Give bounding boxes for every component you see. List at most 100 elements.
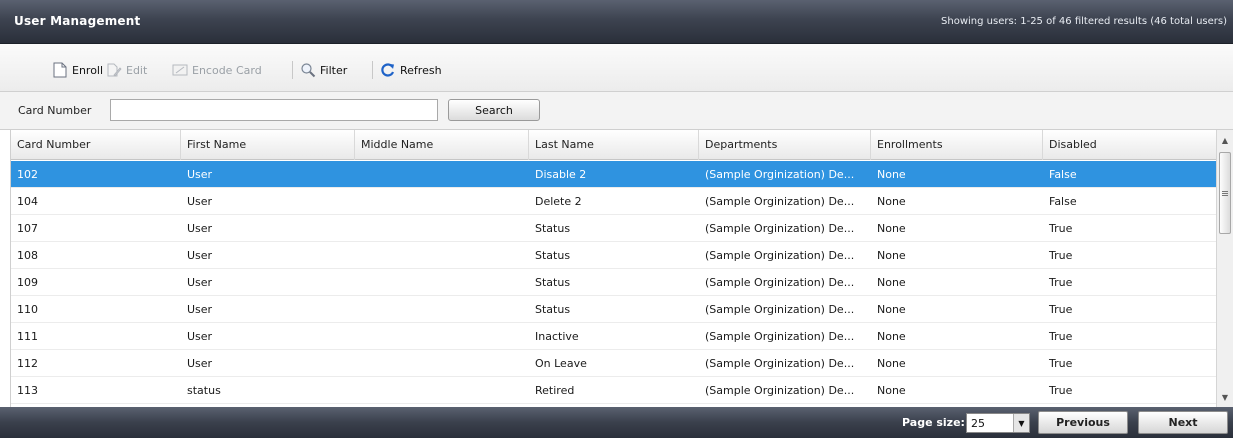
cell-disabled: True <box>1049 357 1073 370</box>
page-size-label: Page size: <box>902 416 965 429</box>
cell-card-number: 113 <box>17 384 38 397</box>
edit-label: Edit <box>126 63 148 77</box>
column-header-disabled[interactable]: Disabled <box>1043 130 1216 160</box>
column-header-last-name[interactable]: Last Name <box>529 130 699 160</box>
cell-last-name: Inactive <box>535 330 579 343</box>
cell-disabled: False <box>1049 195 1077 208</box>
cell-enrollments: None <box>877 222 906 235</box>
users-grid: Card Number First Name Middle Name Last … <box>10 130 1216 407</box>
cell-card-number: 109 <box>17 276 38 289</box>
cell-middle-name <box>355 161 529 188</box>
card-icon <box>172 62 188 78</box>
cell-enrollments: None <box>877 384 906 397</box>
cell-last-name: Status <box>535 303 571 316</box>
pager-bar: Page size: 25 ▼ Previous Next <box>0 407 1233 438</box>
toolbar-separator <box>292 61 293 79</box>
cell-last-name: Status <box>535 276 571 289</box>
cell-last-name: Delete 2 <box>535 195 582 208</box>
table-row[interactable]: 111 User Inactive (Sample Orginization) … <box>11 323 1216 350</box>
cell-middle-name <box>355 269 529 296</box>
cell-departments: (Sample Orginization) De... <box>705 249 855 262</box>
cell-card-number: 104 <box>17 195 38 208</box>
title-bar: User Management Showing users: 1-25 of 4… <box>0 0 1233 44</box>
encode-card-label: Encode Card <box>192 63 262 77</box>
enroll-button[interactable]: Enroll <box>52 59 103 81</box>
grid-header: Card Number First Name Middle Name Last … <box>11 130 1216 160</box>
cell-departments: (Sample Orginization) De... <box>705 357 855 370</box>
chevron-down-icon: ▼ <box>1013 414 1029 432</box>
refresh-button[interactable]: Refresh <box>380 59 442 81</box>
grip-line <box>1222 191 1228 192</box>
results-status: Showing users: 1-25 of 46 filtered resul… <box>941 16 1227 27</box>
cell-departments: (Sample Orginization) De... <box>705 222 855 235</box>
table-row[interactable]: 102 User Disable 2 (Sample Orginization)… <box>11 161 1216 188</box>
table-row[interactable]: 113 status Retired (Sample Orginization)… <box>11 377 1216 404</box>
filter-button[interactable]: Filter <box>300 59 347 81</box>
cell-departments: (Sample Orginization) De... <box>705 330 855 343</box>
grip-line <box>1222 195 1228 196</box>
table-row[interactable]: 108 User Status (Sample Orginization) De… <box>11 242 1216 269</box>
cell-departments: (Sample Orginization) De... <box>705 384 855 397</box>
cell-enrollments: None <box>877 168 906 181</box>
cell-enrollments: None <box>877 249 906 262</box>
scroll-up-icon[interactable]: ▲ <box>1217 132 1233 148</box>
vertical-scrollbar[interactable]: ▲ ▼ <box>1216 130 1233 407</box>
table-row[interactable]: 107 User Status (Sample Orginization) De… <box>11 215 1216 242</box>
cell-card-number: 110 <box>17 303 38 316</box>
column-header-middle-name[interactable]: Middle Name <box>355 130 529 160</box>
cell-last-name: On Leave <box>535 357 587 370</box>
cell-middle-name <box>355 377 529 404</box>
cell-disabled: True <box>1049 222 1073 235</box>
cell-first-name: User <box>187 330 213 343</box>
table-row[interactable]: 110 User Status (Sample Orginization) De… <box>11 296 1216 323</box>
toolbar: Enroll Edit Encode Card Filter Refresh <box>0 44 1233 92</box>
scroll-down-icon[interactable]: ▼ <box>1217 389 1233 405</box>
column-header-enrollments[interactable]: Enrollments <box>871 130 1043 160</box>
cell-disabled: False <box>1049 168 1077 181</box>
cell-last-name: Status <box>535 222 571 235</box>
next-button[interactable]: Next <box>1138 411 1228 434</box>
cell-enrollments: None <box>877 357 906 370</box>
cell-card-number: 102 <box>17 168 38 181</box>
table-row[interactable]: 112 User On Leave (Sample Orginization) … <box>11 350 1216 377</box>
cell-middle-name <box>355 215 529 242</box>
cell-departments: (Sample Orginization) De... <box>705 276 855 289</box>
cell-disabled: True <box>1049 303 1073 316</box>
cell-disabled: True <box>1049 384 1073 397</box>
cell-disabled: True <box>1049 249 1073 262</box>
cell-enrollments: None <box>877 195 906 208</box>
encode-card-button[interactable]: Encode Card <box>172 59 262 81</box>
cell-enrollments: None <box>877 276 906 289</box>
search-button[interactable]: Search <box>448 99 540 121</box>
cell-first-name: User <box>187 249 213 262</box>
cell-first-name: User <box>187 222 213 235</box>
toolbar-separator <box>372 61 373 79</box>
cell-first-name: User <box>187 357 213 370</box>
cell-departments: (Sample Orginization) De... <box>705 168 855 181</box>
cell-middle-name <box>355 296 529 323</box>
edit-button[interactable]: Edit <box>106 59 147 81</box>
card-number-input[interactable] <box>110 99 438 121</box>
page-size-value: 25 <box>971 416 985 430</box>
cell-middle-name <box>355 242 529 269</box>
cell-last-name: Status <box>535 249 571 262</box>
search-bar: Card Number Search <box>0 92 1233 130</box>
edit-document-icon <box>106 62 122 78</box>
page-size-select[interactable]: 25 ▼ <box>966 413 1030 433</box>
table-row[interactable]: 109 User Status (Sample Orginization) De… <box>11 269 1216 296</box>
column-header-card-number[interactable]: Card Number <box>11 130 181 160</box>
column-header-departments[interactable]: Departments <box>699 130 871 160</box>
table-row[interactable]: 104 User Delete 2 (Sample Orginization) … <box>11 188 1216 215</box>
column-header-first-name[interactable]: First Name <box>181 130 355 160</box>
cell-card-number: 111 <box>17 330 38 343</box>
cell-card-number: 107 <box>17 222 38 235</box>
cell-departments: (Sample Orginization) De... <box>705 303 855 316</box>
magnifier-icon <box>300 62 316 78</box>
cell-disabled: True <box>1049 276 1073 289</box>
previous-button[interactable]: Previous <box>1038 411 1128 434</box>
cell-first-name: User <box>187 276 213 289</box>
cell-first-name: User <box>187 195 213 208</box>
refresh-icon <box>380 62 396 78</box>
scrollbar-thumb[interactable] <box>1219 152 1231 234</box>
cell-first-name: User <box>187 303 213 316</box>
